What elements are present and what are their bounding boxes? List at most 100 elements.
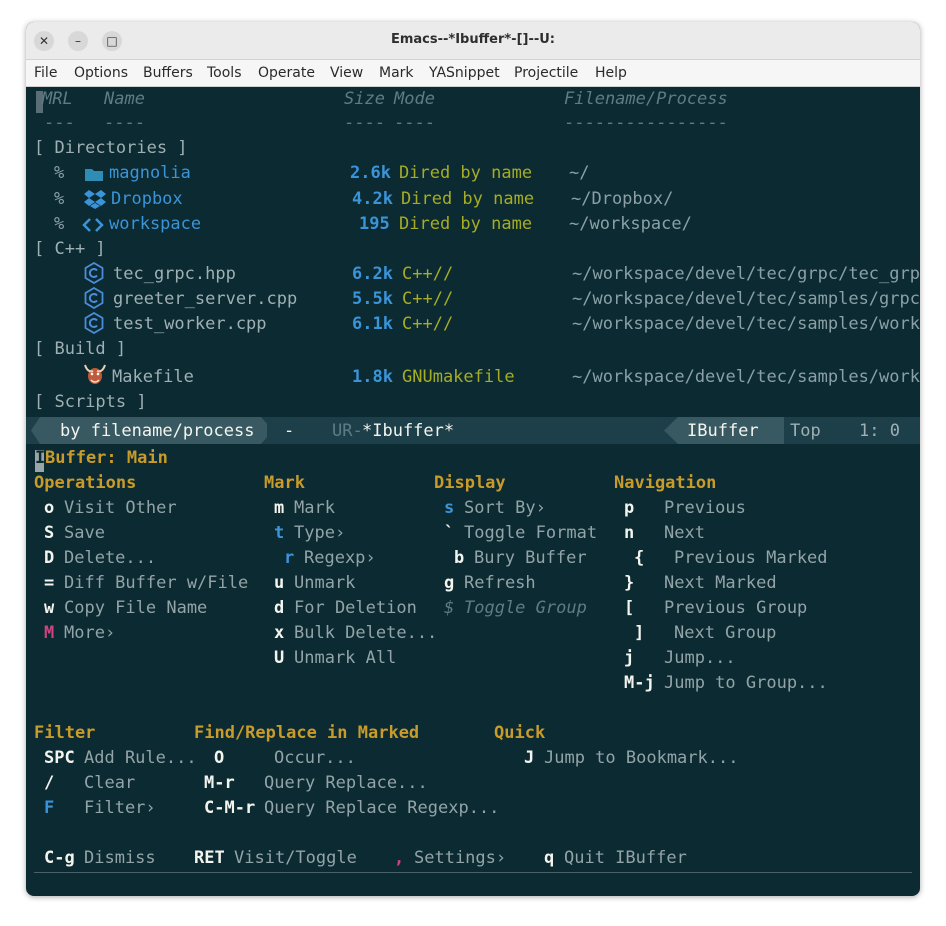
key-dismiss[interactable]: C-g — [44, 846, 75, 870]
column-header-name[interactable]: Name — [104, 87, 145, 111]
menu-options[interactable]: Options — [74, 65, 128, 81]
menu-tools[interactable]: Tools — [207, 65, 242, 81]
key-jump[interactable]: j — [624, 646, 634, 670]
key-delete[interactable]: D — [44, 546, 54, 570]
buffer-name-magnolia[interactable]: magnolia — [109, 161, 191, 185]
key-for-deletion[interactable]: d — [274, 596, 284, 620]
buffer-name-test-worker-cpp[interactable]: test_worker.cpp — [113, 312, 267, 336]
key-mark-regexp[interactable]: r — [284, 546, 294, 570]
key-quit-ibuffer[interactable]: q — [544, 846, 554, 870]
column-header-size[interactable]: Size — [344, 87, 385, 111]
cmd-occur[interactable]: Occur... — [274, 746, 356, 770]
key-bulk-delete[interactable]: x — [274, 621, 284, 645]
buffer-name-tec-grpc-hpp[interactable]: tec_grpc.hpp — [113, 262, 236, 286]
cmd-query-replace[interactable]: Query Replace... — [264, 771, 428, 795]
key-unmark-all[interactable]: U — [274, 646, 284, 670]
key-bury-buffer[interactable]: b — [454, 546, 464, 570]
cmd-mark-regexp[interactable]: Regexp› — [304, 546, 376, 570]
column-header-mrl[interactable]: MRL — [42, 87, 73, 111]
cmd-visit-toggle[interactable]: Visit/Toggle — [234, 846, 357, 870]
menu-help[interactable]: Help — [595, 65, 627, 81]
cmd-toggle-format[interactable]: Toggle Format — [464, 521, 597, 545]
cmd-jump-to-group[interactable]: Jump to Group... — [664, 671, 828, 695]
key-unmark[interactable]: u — [274, 571, 284, 595]
cmd-bury-buffer[interactable]: Bury Buffer — [474, 546, 587, 570]
menu-operate[interactable]: Operate — [258, 65, 315, 81]
cmd-unmark-all[interactable]: Unmark All — [294, 646, 396, 670]
key-next-marked[interactable]: } — [624, 571, 634, 595]
key-clear[interactable]: / — [44, 771, 54, 795]
cmd-diff-buffer[interactable]: Diff Buffer w/File — [64, 571, 248, 595]
key-occur[interactable]: O — [214, 746, 224, 770]
key-save[interactable]: S — [44, 521, 54, 545]
cmd-unmark[interactable]: Unmark — [294, 571, 355, 595]
cmd-mark[interactable]: Mark — [294, 496, 335, 520]
group-header-scripts[interactable]: [ Scripts ] — [34, 390, 147, 414]
cmd-delete[interactable]: Delete... — [64, 546, 156, 570]
key-refresh[interactable]: g — [444, 571, 454, 595]
cmd-add-rule[interactable]: Add Rule... — [84, 746, 197, 770]
cmd-jump-to-bookmark[interactable]: Jump to Bookmark... — [544, 746, 738, 770]
buffer-name-dropbox[interactable]: Dropbox — [111, 187, 183, 211]
cmd-next-group[interactable]: Next Group — [674, 621, 776, 645]
buffer-name[interactable]: *Ibuffer* — [362, 419, 454, 443]
cmd-save[interactable]: Save — [64, 521, 105, 545]
cmd-bulk-delete[interactable]: Bulk Delete... — [294, 621, 437, 645]
cmd-previous-group[interactable]: Previous Group — [664, 596, 807, 620]
menu-file[interactable]: File — [34, 65, 57, 81]
group-header-directories[interactable]: [ Directories ] — [34, 136, 188, 160]
key-query-replace[interactable]: M-r — [204, 771, 235, 795]
key-previous-group[interactable]: [ — [624, 596, 634, 620]
cmd-next-marked[interactable]: Next Marked — [664, 571, 777, 595]
key-jump-to-bookmark[interactable]: J — [524, 746, 534, 770]
cmd-quit-ibuffer[interactable]: Quit IBuffer — [564, 846, 687, 870]
key-previous-marked[interactable]: { — [634, 546, 644, 570]
key-query-replace-regexp[interactable]: C-M-r — [204, 796, 255, 820]
cmd-copy-file-name[interactable]: Copy File Name — [64, 596, 207, 620]
key-next[interactable]: n — [624, 521, 634, 545]
key-filter[interactable]: F — [44, 796, 54, 820]
menu-buffers[interactable]: Buffers — [143, 65, 193, 81]
key-visit-toggle[interactable]: RET — [194, 846, 225, 870]
key-copy-file-name[interactable]: w — [44, 596, 54, 620]
group-header-build[interactable]: [ Build ] — [34, 337, 126, 361]
grouping-label[interactable]: by filename/process — [60, 419, 254, 443]
key-add-rule[interactable]: SPC — [44, 746, 75, 770]
cmd-jump[interactable]: Jump... — [664, 646, 736, 670]
key-next-group[interactable]: ] — [634, 621, 644, 645]
menu-projectile[interactable]: Projectile — [514, 65, 578, 81]
cmd-refresh[interactable]: Refresh — [464, 571, 536, 595]
cmd-settings[interactable]: Settings› — [414, 846, 506, 870]
major-mode[interactable]: IBuffer — [687, 419, 759, 443]
key-mark[interactable]: m — [274, 496, 284, 520]
cmd-query-replace-regexp[interactable]: Query Replace Regexp... — [264, 796, 499, 820]
key-jump-to-group[interactable]: M-j — [624, 671, 655, 695]
cmd-mark-type[interactable]: Type› — [294, 521, 345, 545]
menu-view[interactable]: View — [330, 65, 363, 81]
buffer-name-workspace[interactable]: workspace — [109, 212, 201, 236]
key-visit-other[interactable]: o — [44, 496, 54, 520]
key-toggle-format[interactable]: ` — [444, 521, 454, 545]
menu-yasnippet[interactable]: YASnippet — [429, 65, 500, 81]
cmd-visit-other[interactable]: Visit Other — [64, 496, 177, 520]
cmd-dismiss[interactable]: Dismiss — [84, 846, 156, 870]
key-more[interactable]: M — [44, 621, 54, 645]
cmd-sort-by[interactable]: Sort By› — [464, 496, 546, 520]
menu-mark[interactable]: Mark — [379, 65, 414, 81]
cmd-more[interactable]: More› — [64, 621, 115, 645]
group-header-cpp[interactable]: [ C++ ] — [34, 237, 106, 261]
key-previous[interactable]: p — [624, 496, 634, 520]
key-mark-type[interactable]: t — [274, 521, 284, 545]
column-header-mode[interactable]: Mode — [394, 87, 435, 111]
key-sort-by[interactable]: s — [444, 496, 454, 520]
cmd-previous[interactable]: Previous — [664, 496, 746, 520]
cmd-previous-marked[interactable]: Previous Marked — [674, 546, 828, 570]
cmd-filter[interactable]: Filter› — [84, 796, 156, 820]
buffer-name-makefile[interactable]: Makefile — [112, 365, 194, 389]
buffer-name-greeter-server-cpp[interactable]: greeter_server.cpp — [113, 287, 297, 311]
key-diff-buffer[interactable]: = — [44, 571, 54, 595]
column-header-filename[interactable]: Filename/Process — [564, 87, 728, 111]
cmd-for-deletion[interactable]: For Deletion — [294, 596, 417, 620]
cmd-next[interactable]: Next — [664, 521, 705, 545]
key-settings[interactable]: , — [394, 846, 404, 870]
